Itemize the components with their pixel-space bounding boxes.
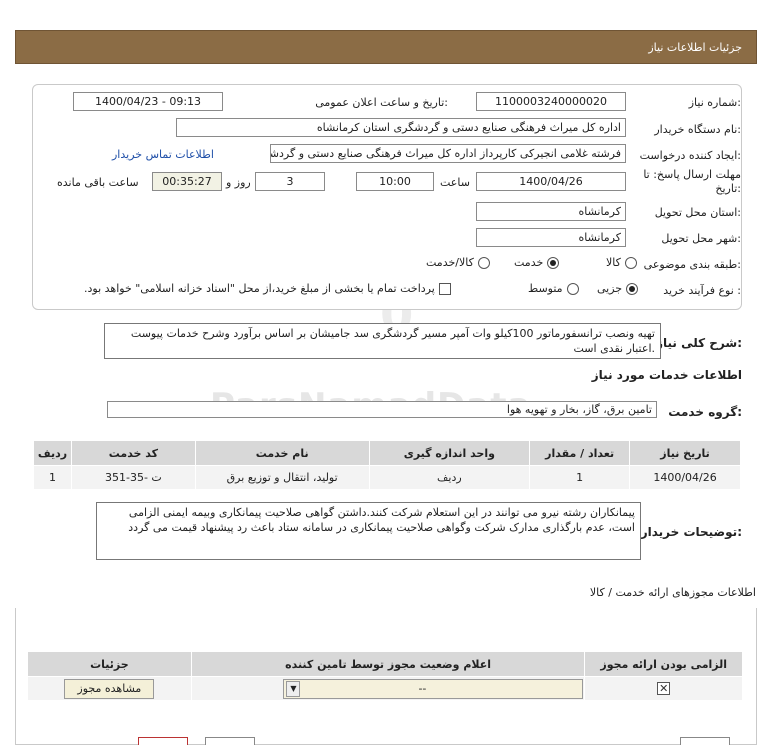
cell-quantity: 1 (529, 465, 631, 490)
delivery-province-field[interactable]: کرمانشاه (476, 202, 626, 221)
delivery-province-label: استان محل تحویل: (654, 206, 741, 219)
permit-status-select[interactable]: ▼ -- (283, 678, 584, 699)
col-service-name: نام خدمت (194, 440, 370, 466)
buyer-contact-link[interactable]: اطلاعات تماس خریدار (112, 148, 214, 161)
delivery-city-label: شهر محل تحویل: (661, 232, 741, 245)
cell-permit-details: مشاهده مجوز (27, 676, 192, 701)
payment-note-checkbox[interactable] (438, 282, 451, 295)
category-option-both[interactable]: کالا/خدمت (426, 256, 490, 269)
col-service-code: کد خدمت (70, 440, 196, 466)
services-table-header: ردیف کد خدمت نام خدمت واحد اندازه گیری ت… (33, 440, 741, 466)
services-table: ردیف کد خدمت نام خدمت واحد اندازه گیری ت… (33, 440, 741, 490)
service-group-field[interactable]: تامین برق، گاز، بخار و تهویه هوا (107, 401, 657, 418)
chevron-down-icon[interactable]: ▼ (286, 680, 301, 697)
services-info-title: اطلاعات خدمات مورد نیاز (591, 368, 742, 382)
col-row-number: ردیف (33, 440, 72, 466)
buyer-notes-box: پیمانکاران رشته نیرو می توانند در این اس… (96, 502, 641, 560)
category-both-text: کالا/خدمت (426, 256, 474, 269)
view-permit-button[interactable]: مشاهده مجوز (64, 678, 155, 699)
col-permit-details: جزئیات (27, 651, 192, 677)
bottom-button-stub-middle[interactable] (205, 737, 255, 745)
bottom-button-stub-left[interactable] (138, 737, 188, 745)
col-permit-required: الزامی بودن ارائه مجوز (584, 651, 743, 677)
deadline-label: مهلت ارسال پاسخ: تا تاریخ: (643, 168, 741, 195)
cell-unit: ردیف (368, 465, 531, 490)
permits-title: اطلاعات مجوزهای ارائه خدمت / کالا (589, 586, 756, 599)
category-service-radio[interactable] (547, 256, 560, 269)
remaining-time-field: 00:35:27 (152, 172, 222, 191)
announce-datetime-label: تاریخ و ساعت اعلان عمومی: (315, 96, 448, 109)
process-minor-radio[interactable] (626, 282, 639, 295)
need-number-label: شماره نیاز: (688, 96, 741, 109)
deadline-days-label: روز و (226, 176, 251, 189)
col-quantity: تعداد / مقدار (529, 440, 631, 466)
category-goods-text: کالا (606, 256, 621, 269)
process-type-label: نوع فرآیند خرید : (663, 284, 741, 297)
deadline-time-field[interactable]: 10:00 (356, 172, 434, 191)
page-title: جزئیات اطلاعات نیاز (648, 40, 742, 54)
deadline-time-label: ساعت (440, 176, 470, 189)
cell-service-name: تولید، انتقال و توزیع برق (194, 465, 370, 490)
table-row: مشاهده مجوز ▼ -- ✕ (27, 676, 743, 701)
bottom-button-stub-right[interactable] (680, 737, 730, 745)
process-minor-text: جزیی (597, 282, 623, 295)
payment-note-text: پرداخت تمام یا بخشی از مبلغ خرید،از محل … (84, 282, 435, 295)
cell-row-number: 1 (33, 465, 72, 490)
buyer-org-label: نام دستگاه خریدار: (654, 123, 741, 136)
permit-status-value: -- (418, 682, 427, 695)
buyer-notes-label: توضیحات خریدار: (640, 525, 742, 539)
category-label: طبقه بندی موضوعی: (643, 258, 741, 271)
page-header: جزئیات اطلاعات نیاز (15, 30, 757, 64)
permits-table: جزئیات اعلام وضعیت مجوز توسط تامین کننده… (27, 651, 743, 701)
announce-datetime-field[interactable]: 1400/04/23 - 09:13 (73, 92, 223, 111)
process-option-minor[interactable]: جزیی (597, 282, 639, 295)
general-desc-label: شرح کلی نیاز: (656, 336, 742, 350)
col-unit: واحد اندازه گیری (368, 440, 531, 466)
cell-permit-status: ▼ -- (190, 676, 586, 701)
payment-note-option[interactable]: پرداخت تمام یا بخشی از مبلغ خرید،از محل … (84, 282, 451, 295)
process-medium-text: متوسط (528, 282, 563, 295)
permits-table-header: جزئیات اعلام وضعیت مجوز توسط تامین کننده… (27, 651, 743, 677)
col-permit-status: اعلام وضعیت مجوز توسط تامین کننده (190, 651, 586, 677)
service-group-label: گروه خدمت: (668, 405, 742, 419)
category-option-goods[interactable]: کالا (606, 256, 637, 269)
deadline-date-field[interactable]: 1400/04/26 (476, 172, 626, 191)
need-number-field[interactable]: 1100003240000020 (476, 92, 626, 111)
category-service-text: خدمت (514, 256, 544, 269)
delivery-city-field[interactable]: کرمانشاه (476, 228, 626, 247)
remaining-time-label: ساعت باقی مانده (57, 176, 139, 189)
category-goods-radio[interactable] (624, 256, 637, 269)
category-both-radio[interactable] (477, 256, 490, 269)
requester-field[interactable]: فرشته غلامی انجیرکی کارپرداز اداره کل می… (270, 144, 626, 163)
deadline-days-field[interactable]: 3 (255, 172, 325, 191)
cell-need-date: 1400/04/26 (629, 465, 741, 490)
requester-label: ایجاد کننده درخواست: (639, 149, 741, 162)
category-option-service[interactable]: خدمت (514, 256, 560, 269)
table-row[interactable]: 1 ت -35-351 تولید، انتقال و توزیع برق رد… (33, 465, 741, 490)
cell-permit-required: ✕ (584, 676, 743, 701)
process-option-medium[interactable]: متوسط (528, 282, 579, 295)
col-need-date: تاریخ نیاز (629, 440, 741, 466)
cell-service-code: ت -35-351 (70, 465, 196, 490)
process-medium-radio[interactable] (566, 282, 579, 295)
general-desc-box: تهیه ونصب ترانسفورماتور 100کیلو وات آمپر… (104, 323, 661, 359)
required-checkbox-icon: ✕ (657, 682, 671, 695)
buyer-org-field[interactable]: اداره کل میراث فرهنگی صنایع دستی و گردشگ… (176, 118, 626, 137)
